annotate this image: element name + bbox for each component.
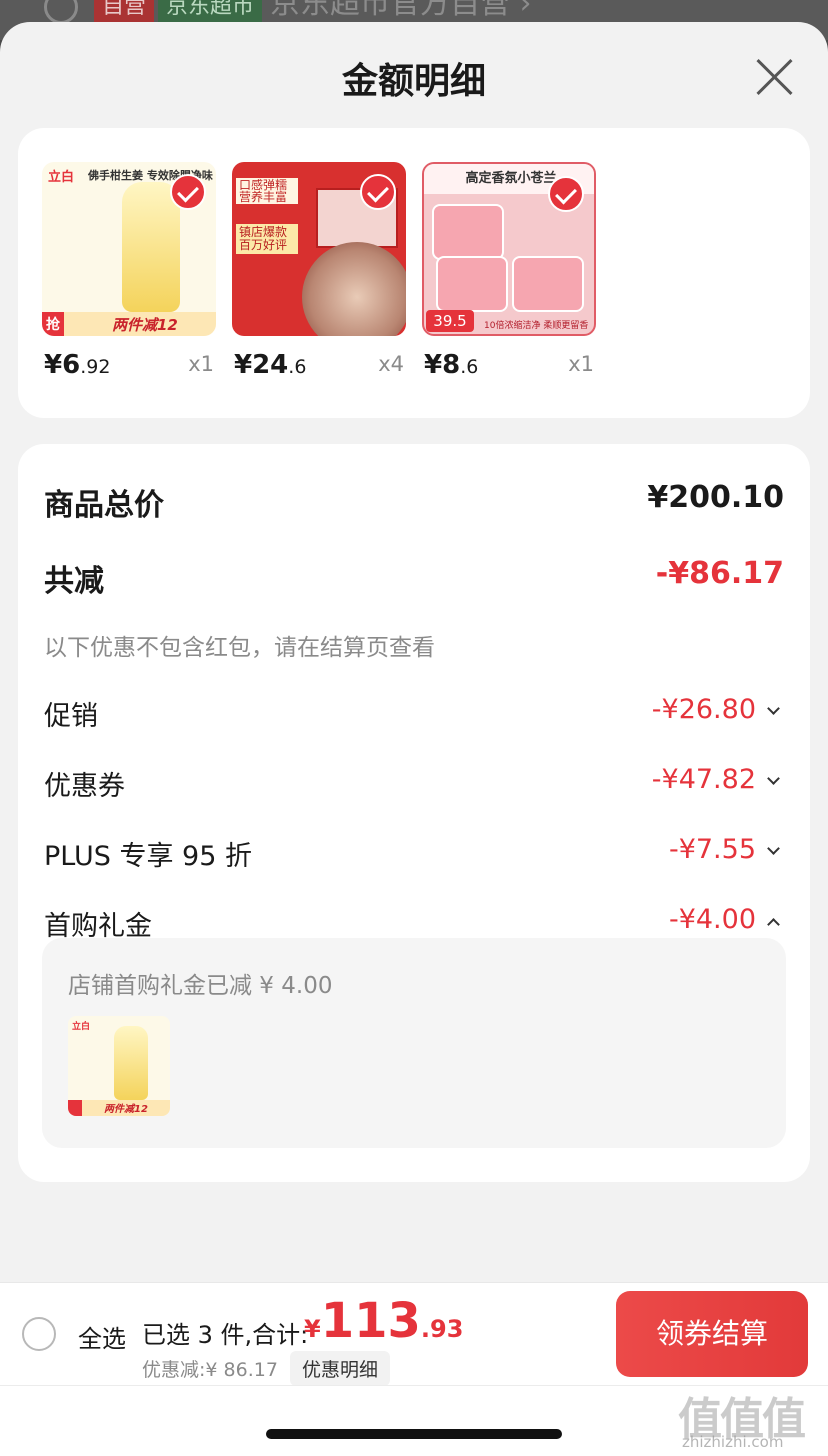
product-item[interactable]: 立白 佛手柑生姜 专效除腥净味 抢 两件减12 ¥6.92 x1 xyxy=(42,162,216,386)
selected-count-text: 已选 3 件,合计: xyxy=(142,1321,309,1349)
product-pod-graphic xyxy=(436,256,508,312)
product-quantity: x1 xyxy=(188,352,214,376)
checked-icon[interactable] xyxy=(548,176,584,212)
product-quantity: x1 xyxy=(568,352,594,376)
product-pod-graphic xyxy=(512,256,584,312)
chevron-up-icon[interactable] xyxy=(767,918,780,931)
discount-detail-button[interactable]: 优惠明细 xyxy=(290,1351,391,1386)
product-price: ¥24.6 xyxy=(234,350,307,380)
discount-value: -¥4.00 xyxy=(668,904,756,935)
total-reduction-label: 共减 xyxy=(44,564,104,599)
gift-text: 店铺首购礼金已减 ¥ 4.00 xyxy=(68,973,333,999)
promo-tag: 抢 xyxy=(46,317,60,333)
total-price-label: 商品总价 xyxy=(44,488,164,523)
product-image: 立白 佛手柑生姜 专效除腥净味 抢 两件减12 xyxy=(42,162,216,336)
product-promo-banner: 两件减12 xyxy=(68,1100,170,1116)
chevron-down-icon[interactable] xyxy=(767,702,780,715)
promo-text: 两件减12 xyxy=(104,1104,148,1115)
gift-product-thumbnail[interactable]: 立白 两件减12 xyxy=(68,1016,170,1116)
total-price-value: ¥200.10 xyxy=(647,480,784,515)
background-shop-name: 京东超市官方自营 › xyxy=(270,0,532,21)
product-quantity: x4 xyxy=(378,352,404,376)
watermark: 值值值 zhizhizhi.com xyxy=(668,1383,828,1453)
product-bottle-graphic xyxy=(114,1026,148,1100)
checked-icon[interactable] xyxy=(170,174,206,210)
background-radio xyxy=(44,0,78,24)
summary-card: 商品总价 ¥200.10 共减 -¥86.17 以下优惠不包含红包，请在结算页查… xyxy=(18,444,810,1182)
product-bowl-graphic xyxy=(302,242,406,336)
total-reduction-value: -¥86.17 xyxy=(655,556,784,591)
product-tagline: 口感弹糯 营养丰富 xyxy=(236,178,298,204)
close-icon[interactable] xyxy=(754,56,796,98)
first-purchase-gift-panel: 店铺首购礼金已减 ¥ 4.00 立白 两件减12 xyxy=(42,938,786,1148)
product-item[interactable]: 高定香氛小苍兰 39.5 10倍浓缩洁净 柔顺更留香 ¥8.6 x1 xyxy=(422,162,596,386)
products-card: 立白 佛手柑生姜 专效除腥净味 抢 两件减12 ¥6.92 x1 口感弹糯 营养… xyxy=(18,128,810,418)
product-bottle-graphic xyxy=(122,182,180,312)
discount-value: -¥47.82 xyxy=(651,764,756,795)
promo-text: 两件减12 xyxy=(112,316,178,334)
product-price-tag: 39.5 xyxy=(426,310,474,332)
sheet-title: 金额明细 xyxy=(341,61,486,102)
chevron-down-icon[interactable] xyxy=(767,842,780,855)
watermark-url: zhizhizhi.com xyxy=(682,1433,784,1451)
select-all-label[interactable]: 全选 xyxy=(78,1319,126,1354)
product-promo-banner: 抢 两件减12 xyxy=(42,312,216,336)
discount-label: 促销 xyxy=(44,701,98,732)
discount-summary: 优惠减:¥ 86.17 xyxy=(142,1359,278,1381)
product-image: 高定香氛小苍兰 39.5 10倍浓缩洁净 柔顺更留香 xyxy=(422,162,596,336)
product-footnote: 10倍浓缩洁净 柔顺更留香 xyxy=(484,321,589,331)
discount-value: -¥26.80 xyxy=(651,694,756,725)
product-badge: 镇店爆款 百万好评 xyxy=(236,224,298,254)
product-price: ¥8.6 xyxy=(424,350,479,380)
checkout-bar: 全选 已选 3 件,合计: ¥113.93 优惠减:¥ 86.17 优惠明细 领… xyxy=(0,1282,828,1456)
product-brand-logo: 立白 xyxy=(72,1022,91,1032)
amount-detail-sheet: 金额明细 立白 佛手柑生姜 专效除腥净味 抢 两件减12 ¥6.92 x1 口感… xyxy=(0,22,828,1456)
product-price: ¥6.92 xyxy=(44,350,111,380)
product-item[interactable]: 口感弹糯 营养丰富 镇店爆款 百万好评 ¥24.6 x4 xyxy=(232,162,406,386)
product-pod-graphic xyxy=(432,204,504,260)
checkout-button[interactable]: 领券结算 xyxy=(616,1291,808,1377)
discount-value: -¥7.55 xyxy=(668,834,756,865)
background-tag-self: 自营 xyxy=(94,0,155,22)
discount-label: PLUS 专享 95 折 xyxy=(44,841,252,872)
discount-note: 以下优惠不包含红包，请在结算页查看 xyxy=(44,635,435,661)
background-tag-market: 京东超市 xyxy=(158,0,263,22)
home-indicator[interactable] xyxy=(266,1429,562,1439)
chevron-down-icon[interactable] xyxy=(767,772,780,785)
select-all-radio[interactable] xyxy=(22,1317,56,1351)
product-image: 口感弹糯 营养丰富 镇店爆款 百万好评 xyxy=(232,162,406,336)
selected-total: ¥113.93 xyxy=(304,1293,464,1349)
product-brand-logo: 立白 xyxy=(48,170,75,185)
discount-label: 优惠券 xyxy=(44,771,125,802)
checked-icon[interactable] xyxy=(360,174,396,210)
